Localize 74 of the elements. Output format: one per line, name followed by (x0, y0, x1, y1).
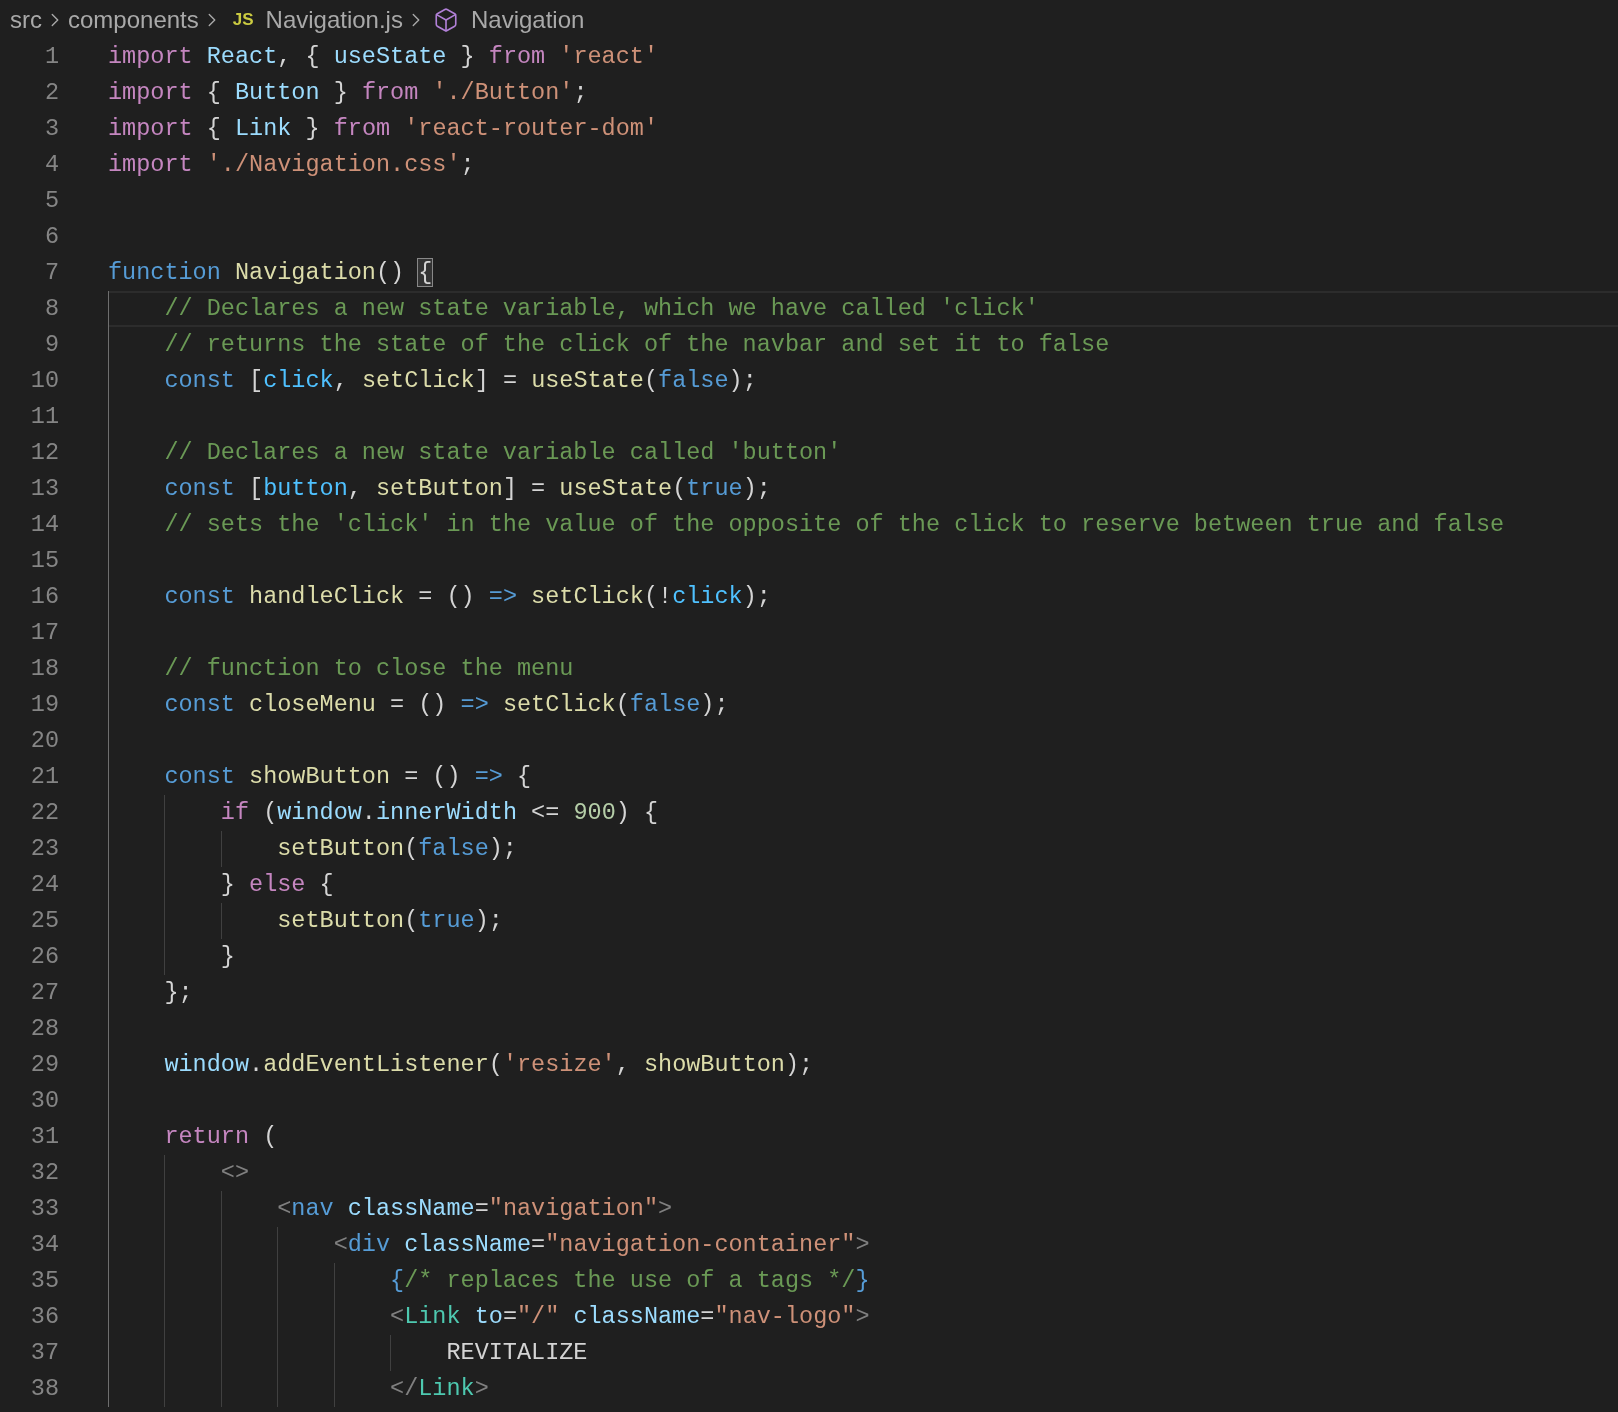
line-number: 38 (29, 1374, 59, 1405)
line-number: 3 (43, 114, 59, 145)
line-number: 23 (29, 834, 59, 865)
breadcrumb-item[interactable]: Navigation (470, 1, 585, 38)
line-number: 37 (29, 1338, 59, 1369)
line-number: 8 (43, 294, 59, 325)
javascript-file-icon: JS (232, 6, 254, 33)
code-line: function Navigation() { (108, 258, 433, 289)
line-number: 36 (29, 1302, 59, 1333)
line-number: 24 (29, 870, 59, 901)
line-number: 19 (29, 690, 59, 721)
code-line: // Declares a new state variable called 'button' (164, 438, 842, 469)
code-line: <Link to="/" className="nav-logo"> (390, 1302, 870, 1333)
line-number: 16 (29, 582, 59, 613)
code-line: // function to close the menu (164, 654, 574, 685)
line-number: 22 (29, 798, 59, 829)
code-line: window.addEventListener('resize', showButton); (164, 1050, 814, 1081)
line-number: 30 (29, 1086, 59, 1117)
breadcrumb-item[interactable]: src (10, 1, 42, 38)
line-number: 29 (29, 1050, 59, 1081)
code-line: // Declares a new state variable, which we have called 'click' (164, 294, 1039, 325)
code-line: </Link> (390, 1374, 489, 1405)
code-line: const handleClick = () => setClick(!click); (164, 582, 771, 613)
code-line: REVITALIZE (446, 1338, 588, 1369)
line-number: 5 (43, 186, 59, 217)
line-number: 34 (29, 1230, 59, 1261)
line-number: 11 (29, 402, 59, 433)
line-number: 7 (43, 258, 59, 289)
line-number: 18 (29, 654, 59, 685)
code-line: import './Navigation.css'; (108, 150, 475, 181)
line-number: 21 (29, 762, 59, 793)
line-number: 25 (29, 906, 59, 937)
code-line: const [click, setClick] = useState(false); (164, 366, 757, 397)
line-number: 9 (43, 330, 59, 361)
code-line: <nav className="navigation"> (277, 1194, 673, 1225)
line-number: 20 (29, 726, 59, 757)
line-number: 13 (29, 474, 59, 505)
cube-icon (432, 6, 459, 33)
line-number: 1 (43, 42, 59, 73)
line-number: 2 (43, 78, 59, 109)
code-line: {/* replaces the use of a tags */} (390, 1266, 870, 1297)
code-line: setButton(true); (277, 906, 503, 937)
line-number: 6 (43, 222, 59, 253)
code-line: } else { (220, 870, 334, 901)
line-number: 33 (29, 1194, 59, 1225)
breadcrumb-item[interactable]: Navigation.js (265, 1, 403, 38)
code-line: const showButton = () => { (164, 762, 532, 793)
line-number: 27 (29, 978, 59, 1009)
line-number: 17 (29, 618, 59, 649)
line-number: 35 (29, 1266, 59, 1297)
code-line: const closeMenu = () => setClick(false); (164, 690, 729, 721)
code-line: return ( (164, 1122, 278, 1153)
code-line: import { Button } from './Button'; (108, 78, 588, 109)
code-line: }; (164, 978, 193, 1009)
code-line: import React, { useState } from 'react' (108, 42, 659, 73)
line-number: 31 (29, 1122, 59, 1153)
breadcrumb-item[interactable]: components (68, 1, 199, 38)
code-line: <div className="navigation-container"> (333, 1230, 870, 1261)
code-line: // sets the 'click' in the value of the opposite of the click to reserve between true and false (164, 510, 1505, 541)
code-line: if (window.innerWidth <= 900) { (220, 798, 659, 829)
line-number: 12 (29, 438, 59, 469)
line-number: 4 (43, 150, 59, 181)
line-number: 15 (29, 546, 59, 577)
line-number: 28 (29, 1014, 59, 1045)
line-number: 32 (29, 1158, 59, 1189)
code-line: setButton(false); (277, 834, 517, 865)
code-line: import { Link } from 'react-router-dom' (108, 114, 659, 145)
code-line: <> (220, 1158, 250, 1189)
line-number: 14 (29, 510, 59, 541)
code-line: } (220, 942, 235, 973)
code-line: // returns the state of the click of the navbar and set it to false (164, 330, 1110, 361)
line-number: 10 (29, 366, 59, 397)
line-number: 26 (29, 942, 59, 973)
code-line: const [button, setButton] = useState(true); (164, 474, 771, 505)
